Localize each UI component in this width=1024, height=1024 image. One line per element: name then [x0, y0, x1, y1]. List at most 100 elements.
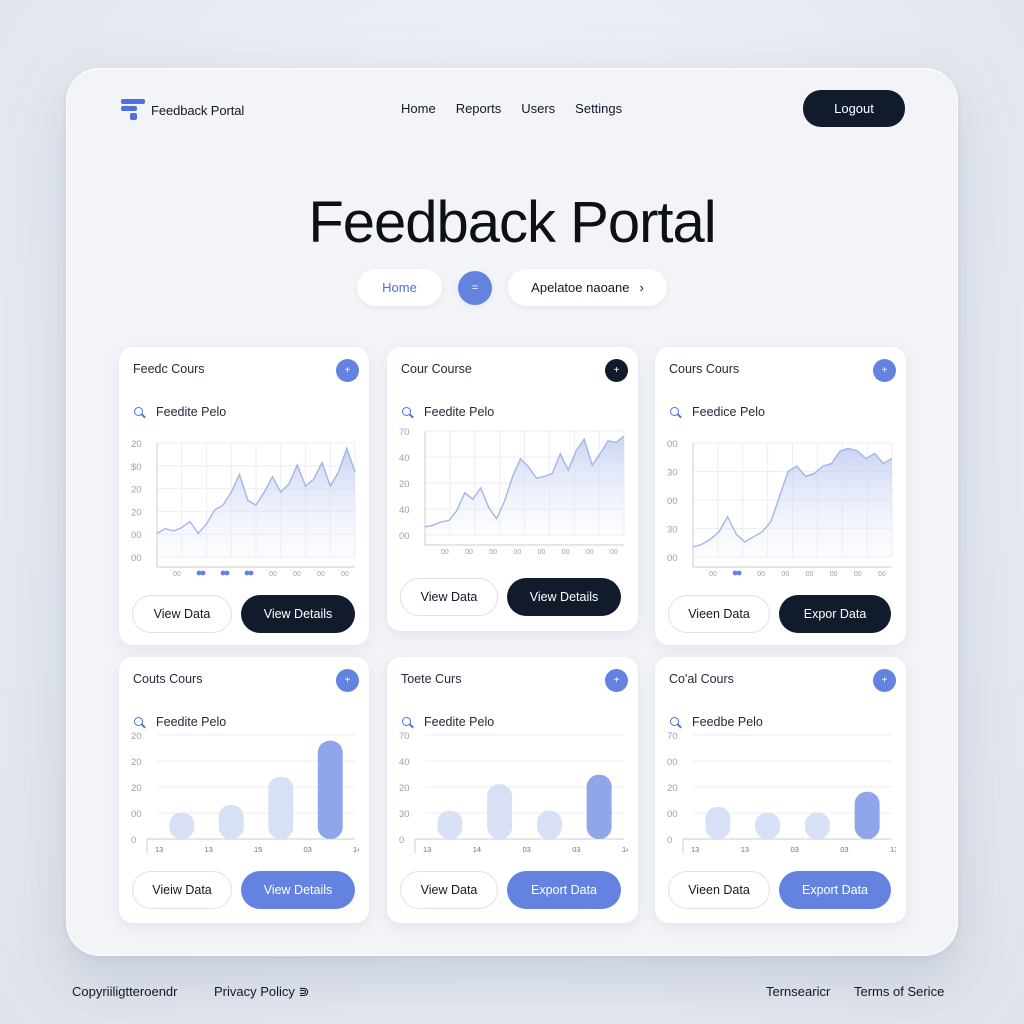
- bar: [705, 806, 731, 839]
- nav-users[interactable]: Users: [521, 101, 555, 116]
- y-tick-label: 0: [131, 835, 136, 846]
- x-tick-label: 14: [353, 845, 359, 854]
- card-action-button[interactable]: Export Data: [779, 871, 891, 909]
- card-title: Co'al Cours: [669, 672, 734, 686]
- card-action-button[interactable]: View Details: [241, 595, 355, 633]
- footer-terms-short[interactable]: Ternsearicr: [766, 984, 830, 999]
- bar: [804, 812, 830, 839]
- card-action-button[interactable]: Expor Data: [779, 595, 891, 633]
- card-chart: 70 40 20 40 00 00 00 00 00 00 00 00 00: [399, 427, 625, 556]
- x-tick-label: 00: [709, 571, 717, 578]
- card-action-button[interactable]: View Details: [241, 871, 355, 909]
- plus-icon[interactable]: +: [605, 669, 628, 692]
- x-tick-label: 00: [830, 571, 838, 578]
- y-tick-label: 00: [131, 530, 142, 541]
- x-tick-label: 00: [538, 549, 546, 556]
- logout-button[interactable]: Logout: [803, 90, 905, 127]
- x-tick-label: 00: [341, 571, 349, 578]
- y-tick-label: 00: [667, 439, 678, 450]
- x-tick-label: 00: [562, 549, 570, 556]
- breadcrumb-current[interactable]: Apelatoe naoane ›: [508, 269, 667, 306]
- chevron-right-icon: ›: [639, 280, 644, 295]
- card-action-button[interactable]: View Details: [507, 578, 621, 616]
- x-tick-label: 03: [840, 845, 848, 854]
- plus-icon[interactable]: +: [873, 359, 896, 382]
- bar: [169, 812, 195, 839]
- search-icon: [669, 716, 682, 729]
- breadcrumb-current-label: Apelatoe naoane: [531, 280, 630, 295]
- view-data-button[interactable]: Vieiw Data: [132, 871, 232, 909]
- y-tick-label: 00: [131, 809, 142, 820]
- bar: [487, 784, 513, 839]
- card-title: Cour Course: [401, 362, 472, 376]
- x-tick-label: 13: [205, 845, 213, 854]
- plus-icon[interactable]: +: [336, 359, 359, 382]
- x-tick-label: 03: [523, 845, 531, 854]
- card-chart: 2020200001313150314: [131, 731, 359, 854]
- card-chart: 00 30 00 30 00 00 00 00 00 00 00 00: [667, 439, 893, 578]
- search-icon: [133, 716, 146, 729]
- breadcrumb: Home = Apelatoe naoane ›: [357, 269, 667, 306]
- x-tick-label: 00: [465, 549, 473, 556]
- x-tick-label: 00: [269, 571, 277, 578]
- course-card: Couts Cours + Feedite Pelo 20 20 20 00 0 13 13…: [119, 657, 369, 923]
- plus-icon[interactable]: +: [336, 669, 359, 692]
- bar: [586, 774, 612, 839]
- x-tick-label: 14: [473, 845, 481, 854]
- view-data-button[interactable]: View Data: [400, 871, 498, 909]
- footer-copyright: Copyriiligtteroendr: [72, 984, 178, 999]
- x-tick-label: 03: [791, 845, 799, 854]
- x-tick-label: 00: [757, 571, 765, 578]
- x-marker-dot: [200, 570, 206, 576]
- y-tick-label: 70: [399, 731, 410, 742]
- brand[interactable]: Feedback Portal: [121, 99, 244, 121]
- view-data-button[interactable]: Vieen Data: [668, 871, 770, 909]
- view-data-button[interactable]: View Data: [132, 595, 232, 633]
- portal-window: Feedback Portal Home Reports Users Setti…: [66, 68, 958, 956]
- y-tick-label: 00: [667, 757, 678, 768]
- card-subtitle-label: Feedite Pelo: [424, 405, 495, 419]
- card-title: Feedc Cours: [133, 362, 205, 376]
- plus-icon[interactable]: +: [873, 669, 896, 692]
- bar: [218, 804, 244, 839]
- card-subtitle: Feedbe Pelo: [669, 715, 763, 729]
- footer-terms-link[interactable]: Terms of Serice: [854, 984, 944, 999]
- x-tick-label: 03: [572, 845, 580, 854]
- nav-home[interactable]: Home: [401, 101, 436, 116]
- x-tick-label: 00: [781, 571, 789, 578]
- card-subtitle-label: Feedbe Pelo: [692, 715, 763, 729]
- card-subtitle: Feedite Pelo: [133, 405, 226, 419]
- card-chart: 70 40 20 30 0 13 14 03 03 14: [399, 731, 628, 854]
- y-tick-label: 00: [667, 553, 678, 564]
- y-tick-label: 00: [667, 496, 678, 507]
- card-title: Couts Cours: [133, 672, 203, 686]
- y-tick-label: 40: [399, 757, 410, 768]
- x-tick-label: 00: [489, 549, 497, 556]
- plus-icon[interactable]: +: [605, 359, 628, 382]
- y-tick-label: 20: [131, 507, 142, 518]
- top-nav: Home Reports Users Settings: [401, 101, 642, 116]
- breadcrumb-home[interactable]: Home: [357, 269, 442, 306]
- card-action-button[interactable]: Export Data: [507, 871, 621, 909]
- y-tick-label: 00: [667, 809, 678, 820]
- card-subtitle-label: Feedite Pelo: [156, 715, 227, 729]
- nav-reports[interactable]: Reports: [456, 101, 502, 116]
- y-tick-label: 20: [131, 439, 142, 450]
- card-subtitle-label: Feedite Pelo: [156, 405, 227, 419]
- nav-settings[interactable]: Settings: [575, 101, 622, 116]
- y-tick-label: 30: [399, 809, 410, 820]
- x-tick-label: 15: [254, 845, 262, 854]
- footer-privacy-link[interactable]: Privacy Policy ⋑: [214, 984, 309, 1000]
- view-data-button[interactable]: Vieen Data: [668, 595, 770, 633]
- x-tick-label: 00: [293, 571, 301, 578]
- view-data-button[interactable]: View Data: [400, 578, 498, 616]
- footer-privacy-label: Privacy Policy: [214, 984, 295, 999]
- y-tick-label: 20: [399, 783, 410, 794]
- card-subtitle: Feedite Pelo: [133, 715, 226, 729]
- x-tick-label: 14: [622, 845, 628, 854]
- x-tick-label: 00: [173, 571, 181, 578]
- breadcrumb-separator-icon: =: [458, 270, 492, 305]
- bar: [536, 810, 562, 839]
- card-title: Cours Cours: [669, 362, 740, 376]
- y-tick-label: 20: [399, 479, 410, 490]
